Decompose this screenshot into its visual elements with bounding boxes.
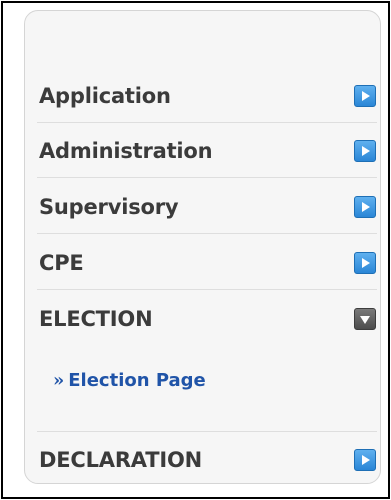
menu-item-label: ELECTION	[39, 307, 153, 331]
menu-item-label: DECLARATION	[39, 448, 202, 472]
arrow-right-icon[interactable]	[354, 84, 376, 107]
menu-item-administration[interactable]: Administration	[37, 124, 377, 178]
menu-item-label: Administration	[39, 138, 213, 163]
submenu-marker: »	[53, 370, 65, 391]
election-submenu: » Election Page	[37, 346, 377, 432]
submenu-link-election-page[interactable]: » Election Page	[53, 370, 206, 391]
arrow-down-icon[interactable]	[354, 308, 376, 330]
menu-item-label: CPE	[39, 250, 84, 275]
arrow-right-icon[interactable]	[354, 139, 376, 162]
submenu-link-label: Election Page	[68, 370, 206, 391]
arrow-right-icon[interactable]	[354, 449, 376, 471]
arrow-right-icon[interactable]	[354, 251, 376, 274]
menu-item-label: Supervisory	[39, 194, 179, 219]
menu-item-election[interactable]: ELECTION	[37, 292, 377, 346]
menu-item-cpe[interactable]: CPE	[37, 236, 377, 290]
menu-item-application[interactable]: Application	[37, 69, 377, 123]
menu-item-supervisory[interactable]: Supervisory	[37, 180, 377, 234]
menu-item-label: Application	[39, 83, 171, 108]
menu-item-declaration[interactable]: DECLARATION	[37, 433, 377, 487]
arrow-right-icon[interactable]	[354, 195, 376, 218]
